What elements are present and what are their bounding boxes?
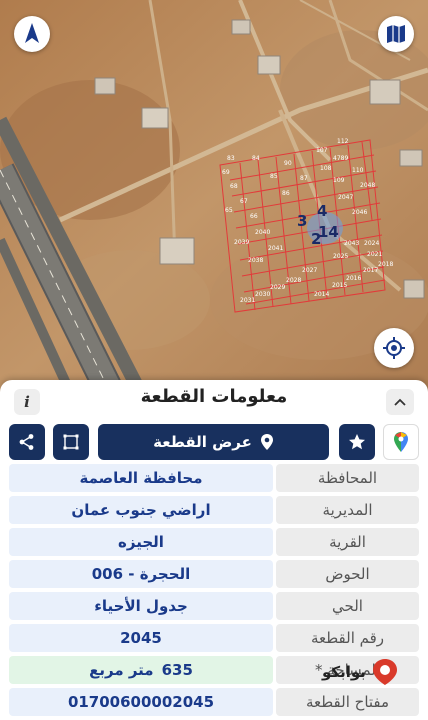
parcel-number: 2016 [346, 275, 361, 282]
parcel-number: 66 [250, 213, 258, 220]
parcel-number: 86 [282, 190, 290, 197]
panel-title: معلومات القطعة [140, 386, 288, 407]
parcel-number: 69 [222, 169, 230, 176]
parcel-number: 2031 [240, 297, 255, 304]
parcel-number: 87 [300, 175, 308, 182]
row-value: الجيزه [9, 528, 273, 556]
locate-me-button[interactable] [374, 328, 414, 368]
table-row: الحجرة - 006 الحوض [0, 560, 428, 588]
show-parcel-button[interactable]: عرض القطعة [98, 424, 329, 460]
row-value: اراضي جنوب عمان [9, 496, 273, 524]
parcel-number: 2027 [302, 267, 317, 274]
row-label: القرية [276, 528, 419, 556]
watermark-logo: بوابكو [322, 648, 426, 696]
row-label: المديرية [276, 496, 419, 524]
parcel-number: 2024 [364, 240, 379, 247]
row-value: 01700600002045 [9, 688, 273, 716]
row-value: الحجرة - 006 [9, 560, 273, 588]
parcel-number: 109 [333, 177, 345, 184]
parcel-number: 84 [252, 155, 260, 162]
gps-target-icon [383, 337, 405, 359]
action-toolbar: عرض القطعة [0, 424, 428, 460]
parcel-number: 85 [270, 173, 278, 180]
row-label: الحوض [276, 560, 419, 588]
star-icon [349, 434, 365, 450]
highlight-label: 2 [311, 230, 321, 248]
location-pin-icon [260, 434, 273, 450]
google-maps-button[interactable] [383, 424, 419, 460]
parcel-number: 68 [230, 183, 238, 190]
map-layers-button[interactable] [378, 16, 414, 52]
parcel-number: 2039 [234, 239, 249, 246]
chevron-up-icon [394, 398, 406, 406]
share-button[interactable] [9, 424, 45, 460]
row-label: الحي [276, 592, 419, 620]
panel-header: i معلومات القطعة [0, 380, 428, 422]
parcel-number: 2029 [270, 284, 285, 291]
parcel-number: 67 [240, 198, 248, 205]
parcel-number: 110 [352, 167, 364, 174]
parcel-number: 2030 [255, 291, 270, 298]
parcel-number: 107 [316, 147, 328, 154]
parcel-number: 2014 [314, 291, 329, 298]
parcel-number: 2046 [352, 209, 367, 216]
row-value: 2045 [9, 624, 273, 652]
parcel-number: 2021 [367, 251, 382, 258]
area-value: 635 متر مربع [9, 656, 273, 684]
parcel-number: 2043 [344, 240, 359, 247]
favorite-button[interactable] [339, 424, 375, 460]
parcel-number: 2040 [255, 229, 270, 236]
parcel-number: 65 [225, 207, 233, 214]
parcel-number: 2015 [332, 282, 347, 289]
area-unit: متر مربع [89, 661, 154, 679]
parcel-number: 2048 [360, 182, 375, 189]
watermark-text: بوابكو [322, 663, 366, 681]
navigation-arrow-icon [25, 23, 39, 43]
table-row: اراضي جنوب عمان المديرية [0, 496, 428, 524]
parcel-number: 83 [227, 155, 235, 162]
parcel-number: 112 [337, 138, 349, 145]
google-maps-pin-icon [394, 432, 408, 452]
map-folded-icon [387, 25, 405, 43]
satellite-map[interactable]: 112 107 4789 110 109 2048 2047 2046 2043… [0, 0, 428, 392]
parcel-number: 2025 [333, 253, 348, 260]
parcel-number: 108 [320, 165, 332, 172]
highlight-label: 3 [297, 212, 307, 230]
pin-logo-icon [372, 659, 397, 685]
show-parcel-label: عرض القطعة [153, 433, 252, 451]
row-value: محافظة العاصمة [9, 464, 273, 492]
parcel-number: 4789 [333, 155, 348, 162]
map-imagery: 112 107 4789 110 109 2048 2047 2046 2043… [0, 0, 428, 392]
parcel-number: 90 [284, 160, 292, 167]
collapse-button[interactable] [386, 389, 414, 415]
table-row: جدول الأحياء الحي [0, 592, 428, 620]
parcel-number: 2038 [248, 257, 263, 264]
parcel-number: 2041 [268, 245, 283, 252]
parcel-number: 2017 [363, 267, 378, 274]
screen: 112 107 4789 110 109 2048 2047 2046 2043… [0, 0, 428, 720]
polygon-frame-icon [63, 434, 79, 450]
parcel-number: 2047 [338, 194, 353, 201]
share-icon [19, 434, 34, 450]
table-row: محافظة العاصمة المحافظة [0, 464, 428, 492]
area-number: 635 [161, 661, 193, 679]
parcel-number: 2028 [286, 277, 301, 284]
row-label: المحافظة [276, 464, 419, 492]
table-row: الجيزه القرية [0, 528, 428, 556]
row-value: جدول الأحياء [9, 592, 273, 620]
compass-button[interactable] [14, 16, 50, 52]
parcel-bounds-button[interactable] [53, 424, 89, 460]
parcel-number: 2018 [378, 261, 393, 268]
highlight-label: 4 [317, 202, 327, 220]
